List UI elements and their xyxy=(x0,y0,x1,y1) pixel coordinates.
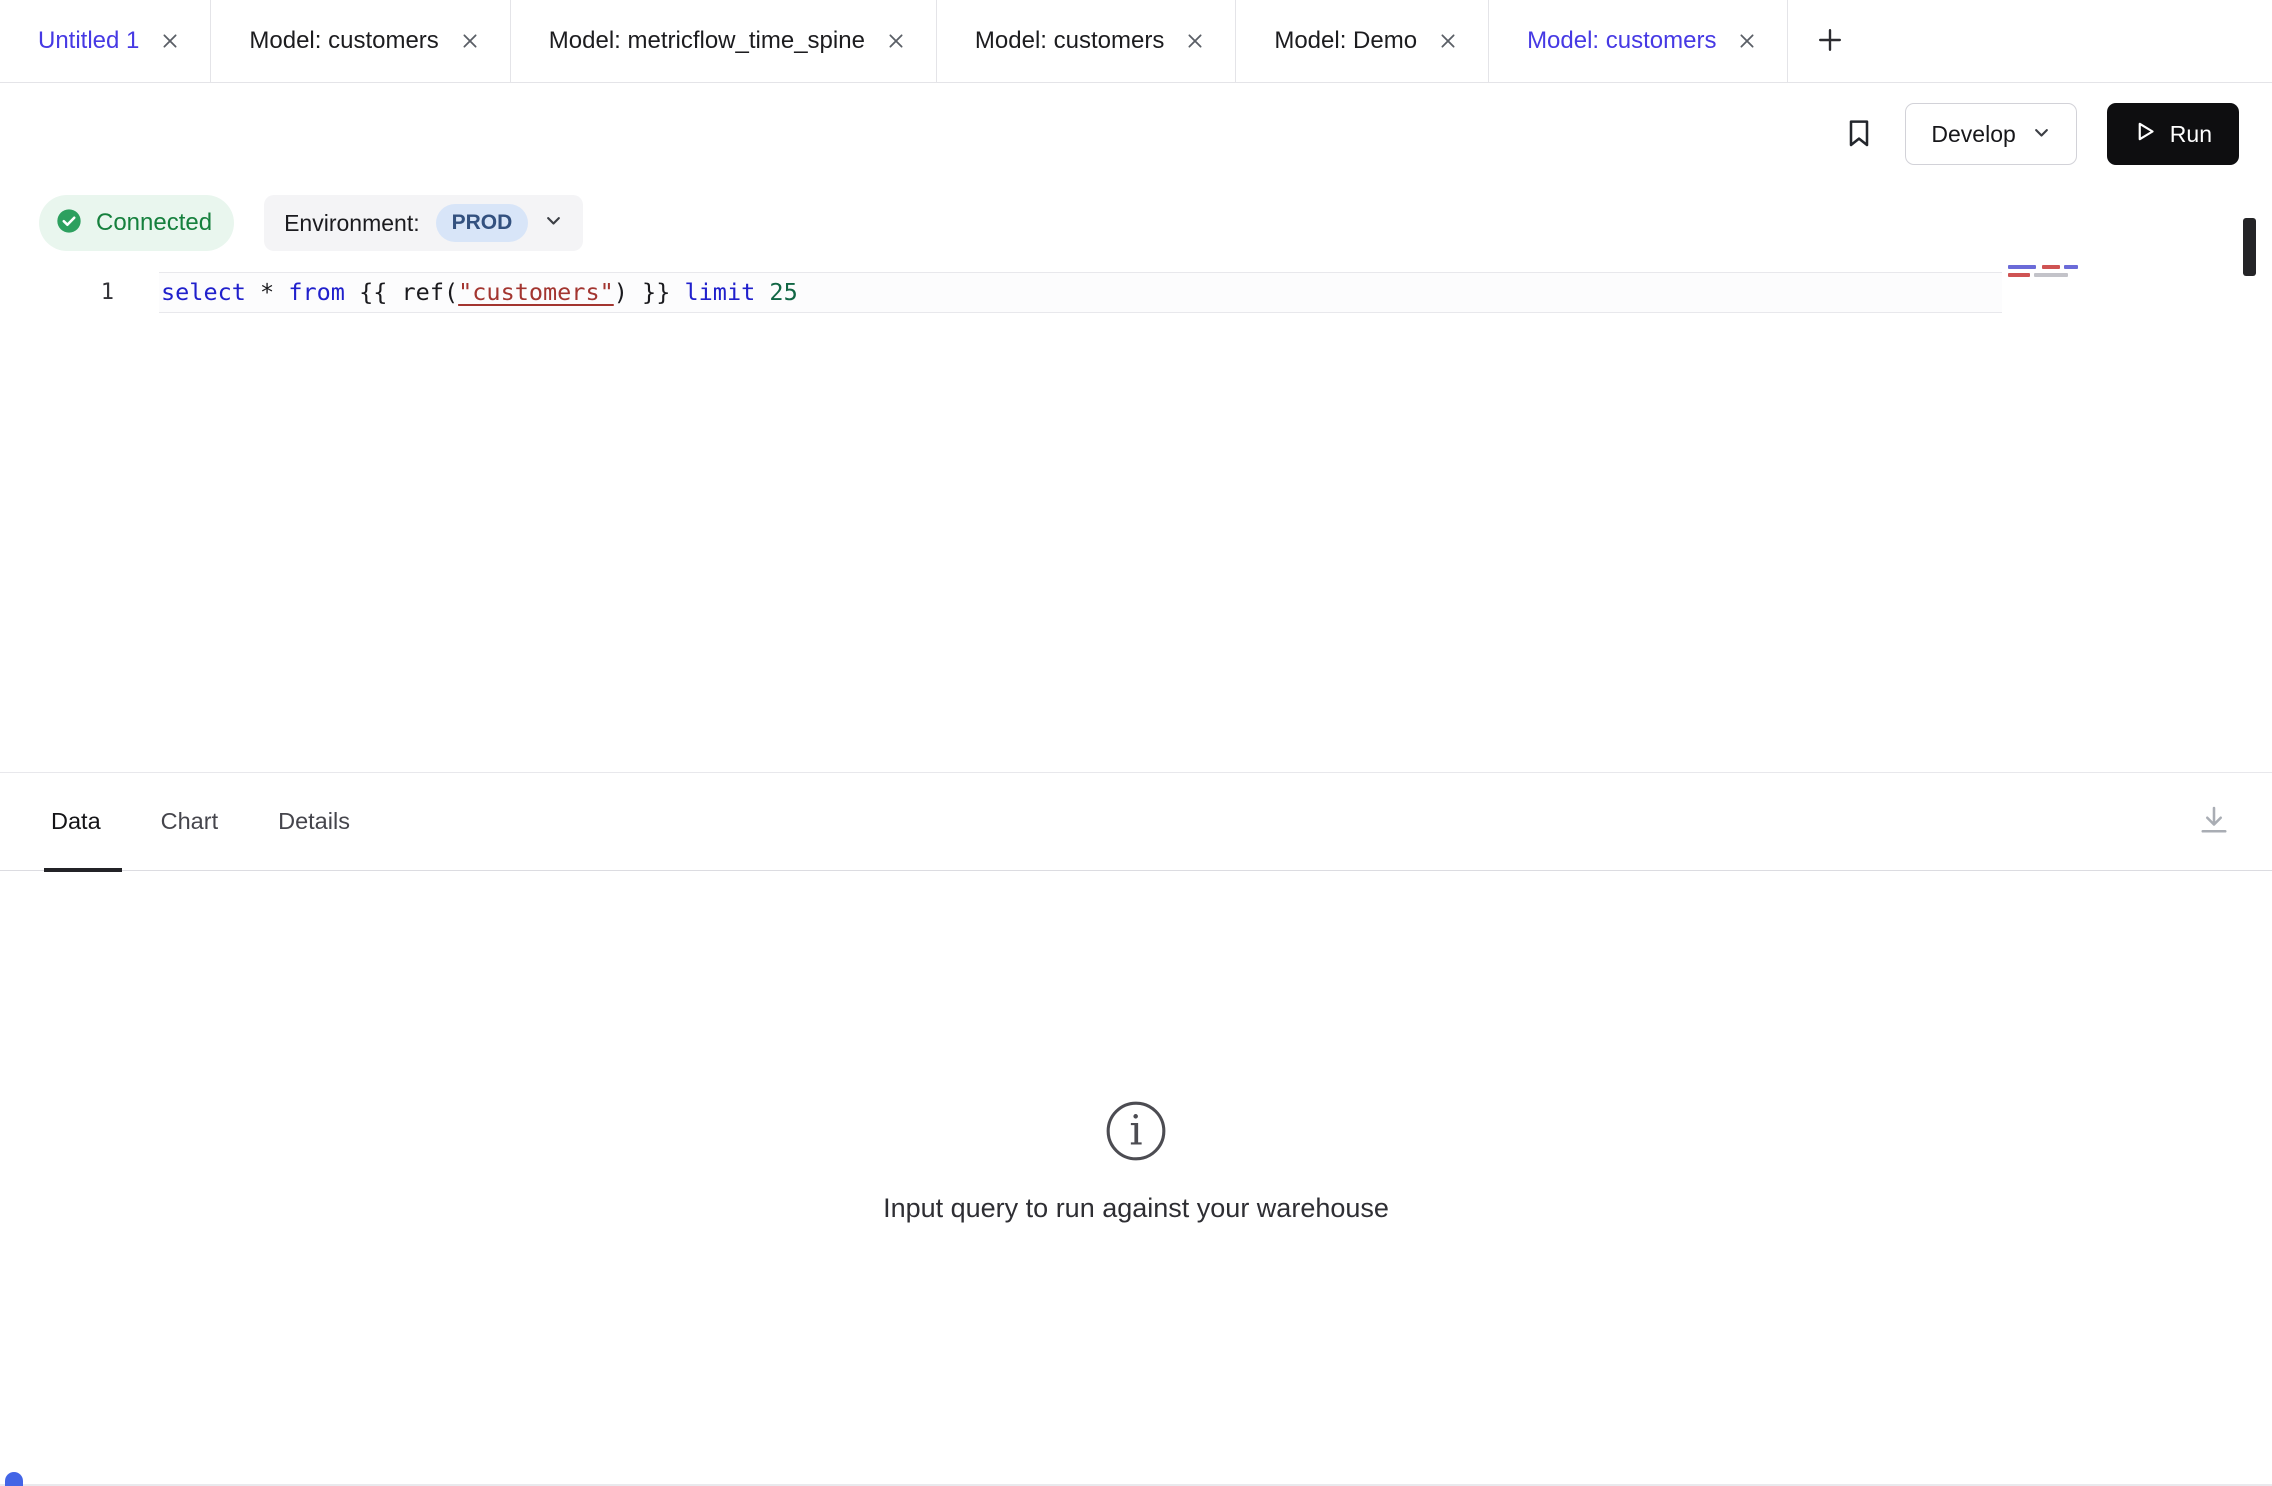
tab-details-label: Details xyxy=(278,808,350,835)
close-icon[interactable] xyxy=(1436,29,1460,53)
tab-label: Model: customers xyxy=(1527,27,1716,55)
new-tab-button[interactable] xyxy=(1802,0,1858,82)
editor-minimap xyxy=(2008,265,2108,289)
close-icon[interactable] xyxy=(1735,29,1759,53)
environment-value-badge: PROD xyxy=(436,204,529,242)
editor-active-line[interactable]: select * from {{ ref("customers") }} lim… xyxy=(159,272,2002,313)
empty-state-message: Input query to run against your warehous… xyxy=(0,1193,2272,1224)
code-token: ) }} xyxy=(614,278,685,306)
check-circle-icon xyxy=(55,207,83,240)
close-icon[interactable] xyxy=(1183,29,1207,53)
chevron-down-icon xyxy=(544,211,563,235)
code-token: limit xyxy=(685,278,756,306)
bookmark-icon xyxy=(1843,117,1875,152)
tab-model-metricflow-time-spine[interactable]: Model: metricflow_time_spine xyxy=(511,0,937,82)
editor-scrollbar-thumb[interactable] xyxy=(2243,218,2256,276)
dbt-ide-app: Untitled 1 Model: customers Model: metri… xyxy=(0,0,2272,1486)
run-button[interactable]: Run xyxy=(2107,103,2239,165)
sql-editor[interactable]: 1 select * from {{ ref("customers") }} l… xyxy=(0,260,2272,772)
empty-state: i Input query to run against your wareho… xyxy=(0,1098,2272,1224)
line-number: 1 xyxy=(70,272,114,313)
tab-label: Model: customers xyxy=(249,27,438,55)
tab-model-customers-2[interactable]: Model: customers xyxy=(937,0,1236,82)
run-button-label: Run xyxy=(2170,121,2212,148)
chevron-down-icon xyxy=(2032,121,2051,148)
tab-label: Model: Demo xyxy=(1274,27,1417,55)
develop-button[interactable]: Develop xyxy=(1905,103,2076,165)
tab-model-customers-3[interactable]: Model: customers xyxy=(1489,0,1788,82)
bookmark-button[interactable] xyxy=(1843,117,1875,152)
tab-label: Model: customers xyxy=(975,27,1164,55)
download-icon xyxy=(2196,802,2232,841)
code-token: from xyxy=(288,278,345,306)
tab-details[interactable]: Details xyxy=(275,773,353,870)
results-panel-tabs: Data Chart Details xyxy=(0,772,2272,871)
tab-chart[interactable]: Chart xyxy=(158,773,221,870)
code-token: 25 xyxy=(769,278,797,306)
info-icon: i xyxy=(1103,1151,1169,1168)
environment-selector[interactable]: Environment: PROD xyxy=(264,195,583,251)
play-icon xyxy=(2134,120,2157,149)
tab-untitled-1[interactable]: Untitled 1 xyxy=(0,0,211,82)
tab-label: Model: metricflow_time_spine xyxy=(549,27,865,55)
code-token: select xyxy=(161,278,246,306)
develop-button-label: Develop xyxy=(1931,121,2015,148)
tab-chart-label: Chart xyxy=(161,808,218,835)
download-button[interactable] xyxy=(2196,802,2232,841)
toolbar: Develop Run xyxy=(0,84,2272,184)
editor-tab-bar: Untitled 1 Model: customers Model: metri… xyxy=(0,0,2272,83)
code-line: select * from {{ ref("customers") }} lim… xyxy=(159,273,798,312)
tab-data-label: Data xyxy=(51,808,101,835)
tab-model-demo[interactable]: Model: Demo xyxy=(1236,0,1489,82)
svg-text:i: i xyxy=(1129,1106,1142,1154)
tab-label: Untitled 1 xyxy=(38,27,139,55)
tab-data[interactable]: Data xyxy=(48,773,104,870)
environment-label: Environment: xyxy=(284,210,420,237)
code-token: * xyxy=(246,278,288,306)
connection-status-label: Connected xyxy=(96,209,212,237)
close-icon[interactable] xyxy=(884,29,908,53)
code-token: {{ ref( xyxy=(345,278,458,306)
bottom-left-fragment xyxy=(5,1472,23,1486)
plus-icon xyxy=(1816,26,1844,57)
code-token xyxy=(755,278,769,306)
connection-status-badge: Connected xyxy=(39,195,234,251)
status-row: Connected Environment: PROD xyxy=(39,195,583,251)
close-icon[interactable] xyxy=(458,29,482,53)
code-token-ref-link[interactable]: "customers" xyxy=(458,278,614,306)
close-icon[interactable] xyxy=(158,29,182,53)
tab-model-customers-1[interactable]: Model: customers xyxy=(211,0,510,82)
